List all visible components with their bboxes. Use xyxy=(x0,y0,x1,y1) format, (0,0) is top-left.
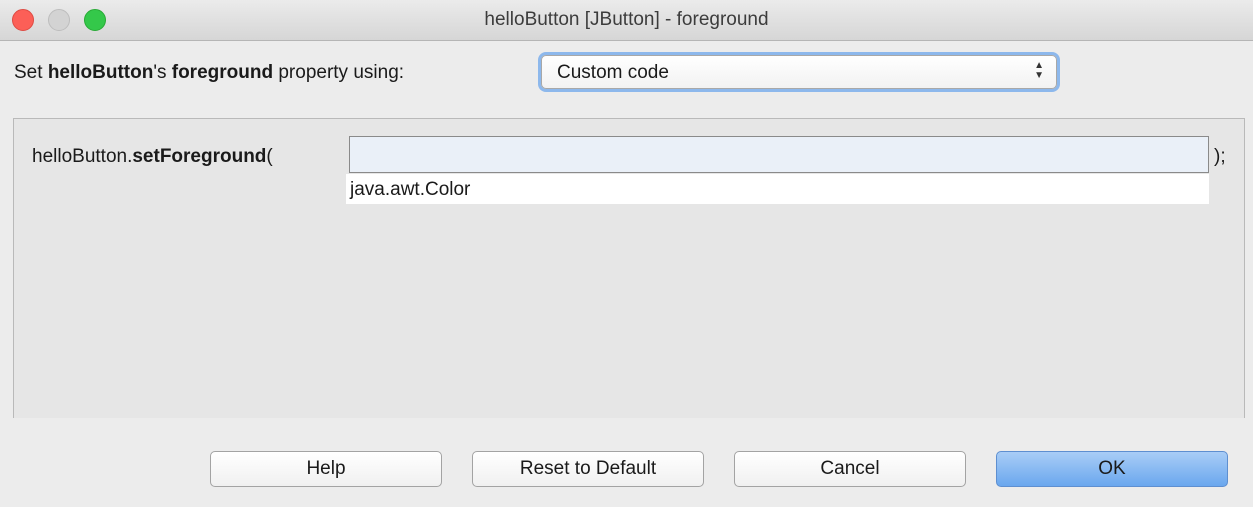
help-button[interactable]: Help xyxy=(210,451,442,487)
code-close: ); xyxy=(1214,146,1226,167)
ok-button[interactable]: OK xyxy=(996,451,1228,487)
component-name: helloButton xyxy=(47,62,154,83)
editor-mode-select[interactable]: Custom code ▲ ▼ xyxy=(541,55,1057,89)
code-method: setForeground xyxy=(132,146,267,167)
editor-mode-value: Custom code xyxy=(557,62,669,83)
property-description: Set helloButton's foreground property us… xyxy=(14,62,404,84)
title-bar: helloButton [JButton] - foreground xyxy=(0,0,1253,41)
code-open-paren: ( xyxy=(266,146,273,167)
cancel-button[interactable]: Cancel xyxy=(734,451,966,487)
select-arrows-icon: ▲ ▼ xyxy=(1034,60,1044,81)
code-object: helloButton. xyxy=(32,146,133,167)
type-hint-row: java.awt.Color xyxy=(346,174,1209,204)
reset-to-default-button[interactable]: Reset to Default xyxy=(472,451,704,487)
type-hint: java.awt.Color xyxy=(350,179,471,200)
prop-possessive: 's xyxy=(153,62,172,83)
custom-code-input[interactable] xyxy=(349,136,1209,173)
prop-prefix: Set xyxy=(14,62,48,83)
window-title: helloButton [JButton] - foreground xyxy=(484,9,769,30)
prop-suffix: property using: xyxy=(273,62,405,83)
property-name: foreground xyxy=(171,62,274,83)
code-prefix: helloButton.setForeground( xyxy=(32,146,273,168)
